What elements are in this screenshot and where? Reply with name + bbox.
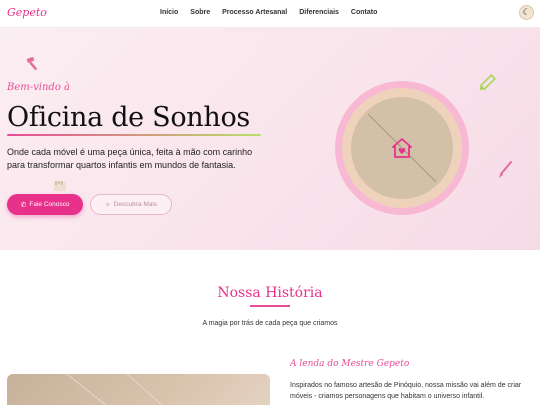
nav-item-contato[interactable]: Contato <box>351 9 377 16</box>
history-title-underline <box>250 305 290 307</box>
hero-description: Onde cada móvel é uma peça única, feita … <box>7 147 253 170</box>
story-title: A lenda do Mestre Gepeto <box>290 359 410 369</box>
hero-title: Oficina de Sonhos <box>7 102 250 133</box>
brand-logo[interactable]: Gepeto <box>7 6 47 19</box>
moon-icon: ☾ <box>522 7 531 17</box>
discover-more-label: Descubra Mais <box>113 201 158 208</box>
story-image <box>7 374 270 405</box>
whatsapp-icon: ✆ <box>20 201 27 209</box>
contact-button[interactable]: ✆ Fale Conosco <box>7 194 83 215</box>
hero-welcome: Bem-vindo à <box>7 82 70 93</box>
hero-section: Bem-vindo à Oficina de Sonhos Onde cada … <box>0 28 540 250</box>
nav-item-sobre[interactable]: Sobre <box>190 9 210 16</box>
nav-item-inicio[interactable]: Início <box>160 9 178 16</box>
theme-toggle-button[interactable]: ☾ <box>519 5 534 20</box>
story-text: Inspirados no famoso artesão de Pinóquio… <box>290 382 522 400</box>
history-title: Nossa História <box>217 285 323 301</box>
contact-button-label: Fale Conosco <box>29 201 70 208</box>
nav-item-diferenciais[interactable]: Diferenciais <box>299 9 339 16</box>
arrow-icon: ✧ <box>104 201 111 209</box>
hammer-icon <box>26 57 37 71</box>
wood-texture-image <box>66 374 163 405</box>
history-subtitle: A magia por trás de cada peça que criamo… <box>202 320 338 327</box>
top-navbar: Gepeto Início Sobre Processo Artesanal D… <box>0 0 540 28</box>
title-underline <box>7 134 261 136</box>
brush-icon <box>499 161 512 178</box>
ruler-icon <box>54 181 66 191</box>
pencil-icon <box>479 74 496 91</box>
nav-item-processo[interactable]: Processo Artesanal <box>222 9 287 16</box>
discover-more-button[interactable]: ✧ Descubra Mais <box>90 194 172 215</box>
hero-illustration <box>335 81 469 215</box>
main-menu: Início Sobre Processo Artesanal Diferenc… <box>160 9 377 16</box>
